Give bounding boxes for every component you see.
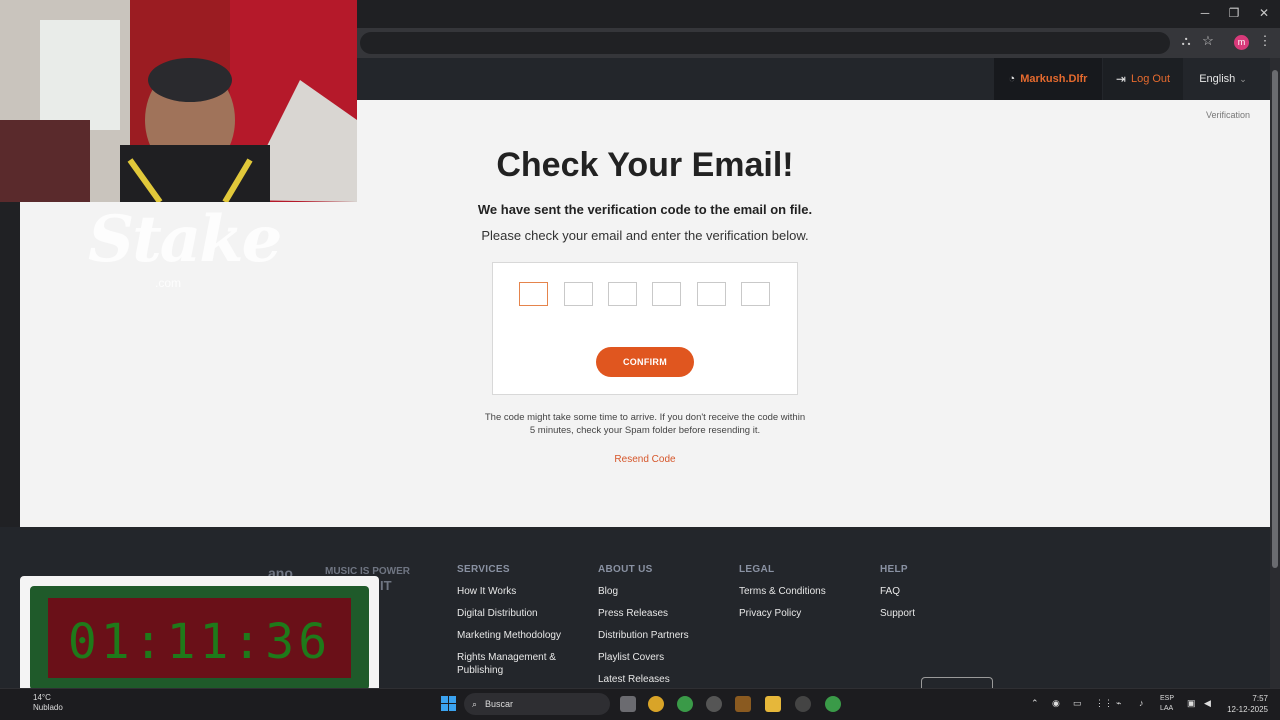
username-label: Markush.Dlfr [1020, 73, 1088, 85]
network-icon[interactable]: ⌁ [1116, 698, 1121, 709]
footer-link[interactable]: Support [880, 607, 915, 620]
stake-logo-domain: .com [155, 276, 182, 290]
weather-temperature: 14°C [33, 693, 51, 702]
file-explorer-icon[interactable] [765, 696, 781, 712]
profile-avatar[interactable]: m [1234, 35, 1249, 50]
display-icon[interactable]: ▣ [1187, 698, 1196, 709]
footer-column-heading: ABOUT US [598, 564, 653, 575]
webcam-feed-image [0, 0, 357, 202]
input-language[interactable]: ESP LAA [1160, 694, 1174, 714]
chevron-down-icon: ⌄ [1239, 73, 1247, 84]
chrome-profile-icon[interactable] [677, 696, 693, 712]
tray-app-icon[interactable]: ▭ [1073, 698, 1082, 709]
footer-column-heading: LEGAL [739, 564, 775, 575]
stream-timer-overlay: 01:11:36 [20, 576, 379, 700]
resend-code-link[interactable]: Resend Code [20, 454, 1270, 465]
code-digit-6[interactable] [741, 282, 770, 306]
delivery-note: The code might take some time to arrive.… [20, 411, 1270, 437]
windows-start-icon[interactable] [441, 696, 457, 712]
logout-button[interactable]: ⇥ Log Out [1103, 58, 1183, 100]
footer-link[interactable]: Terms & Conditions [739, 585, 826, 598]
footer-column-heading: HELP [880, 564, 908, 575]
close-window-button[interactable]: ✕ [1254, 6, 1274, 20]
code-digit-5[interactable] [697, 282, 726, 306]
scrollbar-thumb[interactable] [1272, 70, 1278, 568]
user-account-button[interactable]: ◔ Markush.Dlfr [994, 58, 1102, 100]
footer-column-services: SERVICES How It Works Digital Distributi… [457, 564, 577, 686]
footer-link[interactable]: Distribution Partners [598, 629, 689, 642]
weather-description: Nublado [33, 703, 63, 712]
restore-button[interactable]: ❐ [1224, 6, 1244, 20]
code-entry-card: CONFIRM [492, 262, 798, 395]
footer-link[interactable]: Digital Distribution [457, 607, 577, 620]
breadcrumb: Verification [1205, 110, 1250, 120]
language-label: English [1199, 73, 1236, 85]
search-placeholder: Buscar [485, 699, 514, 709]
app-icon[interactable] [706, 696, 722, 712]
microphone-icon[interactable]: ♪ [1139, 698, 1144, 708]
code-digit-2[interactable] [564, 282, 593, 306]
discord-icon[interactable]: ◉ [1052, 698, 1060, 709]
footer-column-about: ABOUT US Blog Press Releases Distributio… [598, 564, 689, 695]
clock-time: 7:57 [1252, 694, 1268, 703]
code-digit-3[interactable] [608, 282, 637, 306]
timer-value: 01:11:36 [67, 614, 332, 670]
webcam-overlay [0, 0, 357, 202]
footer-link[interactable]: FAQ [880, 585, 915, 598]
volume-icon[interactable]: ◀ [1204, 698, 1211, 709]
weather-widget[interactable]: 14°C Nublado [33, 693, 63, 713]
footer-link[interactable]: Blog [598, 585, 689, 598]
footer-link[interactable]: Latest Releases [598, 673, 689, 686]
logout-label: Log Out [1130, 73, 1171, 85]
task-view-icon[interactable] [620, 696, 636, 712]
clock-date: 12-12-2025 [1227, 705, 1268, 714]
language-selector[interactable]: English ⌄ [1188, 58, 1258, 100]
chevron-up-icon[interactable]: ⌃ [1031, 698, 1039, 709]
footer-link[interactable]: Marketing Methodology [457, 629, 577, 642]
chrome-icon[interactable] [648, 696, 664, 712]
delivery-note-line-1: The code might take some time to arrive.… [484, 412, 806, 423]
footer-link[interactable]: How It Works [457, 585, 577, 598]
bookmark-star-icon[interactable]: ☆ [1199, 33, 1217, 49]
chrome-window-icon[interactable] [825, 696, 841, 712]
footer-link[interactable]: Playlist Covers [598, 651, 689, 664]
grid-icon[interactable]: ⋮⋮ [1095, 698, 1113, 709]
minimize-button[interactable]: ─ [1195, 6, 1215, 20]
windows-taskbar [0, 688, 1280, 720]
footer-link[interactable]: Privacy Policy [739, 607, 826, 620]
timer-display: 01:11:36 [48, 598, 351, 678]
taskbar-search-input[interactable]: ⌕ Buscar [464, 693, 610, 715]
browser-menu-icon[interactable]: ⋮ [1256, 33, 1274, 49]
footer-column-heading: SERVICES [457, 564, 510, 575]
media-player-icon[interactable] [795, 696, 811, 712]
footer-link[interactable]: Rights Management & Publishing [457, 651, 577, 677]
stake-logo-watermark: Stake [88, 202, 282, 277]
confirm-button[interactable]: CONFIRM [596, 347, 694, 377]
footer-link[interactable]: Press Releases [598, 607, 689, 620]
logout-icon: ⇥ [1115, 72, 1126, 86]
input-language-top: ESP [1160, 695, 1175, 702]
timer-wreath-frame: 01:11:36 [30, 586, 369, 690]
input-language-bottom: LAA [1160, 705, 1174, 712]
dashboard-icon: ◔ [1008, 73, 1016, 85]
footer-column-help: HELP FAQ Support [880, 564, 915, 629]
code-digit-4[interactable] [652, 282, 681, 306]
search-icon: ⌕ [472, 698, 478, 709]
translate-icon[interactable]: ⛬ [1177, 33, 1195, 49]
footer-column-legal: LEGAL Terms & Conditions Privacy Policy [739, 564, 826, 629]
app-icon-active[interactable] [735, 696, 751, 712]
footer-button[interactable] [921, 677, 993, 688]
address-bar[interactable] [360, 32, 1170, 54]
delivery-note-line-2: 5 minutes, check your Spam folder before… [529, 425, 761, 436]
code-digit-1[interactable] [519, 282, 548, 306]
taskbar-clock[interactable]: 7:57 12-12-2025 [1222, 693, 1268, 715]
